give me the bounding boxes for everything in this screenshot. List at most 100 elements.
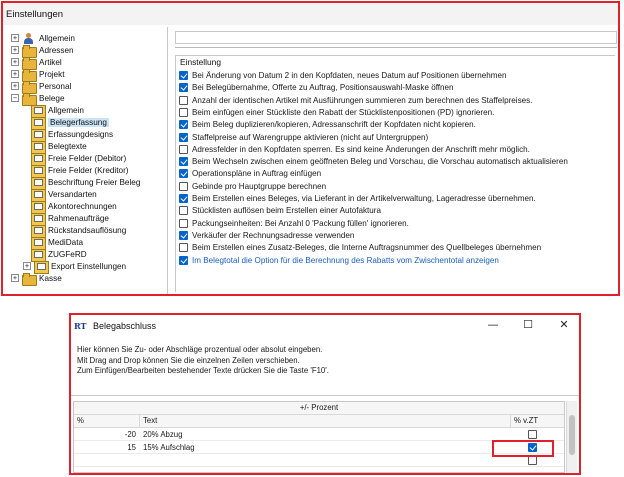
column-header-text[interactable]: Text	[140, 415, 511, 428]
text-cell[interactable]: 20% Abzug	[143, 429, 508, 441]
option-row[interactable]: Beim Wechseln zwischen einem geöffneten …	[179, 156, 568, 167]
option-row[interactable]: Beim einfügen einer Stückliste den Rabat…	[179, 107, 494, 118]
minimize-button[interactable]: —	[482, 318, 504, 332]
option-checkbox[interactable]	[179, 71, 188, 80]
option-row[interactable]: Bei Belegübernahme, Offerte zu Auftrag, …	[179, 82, 454, 93]
option-row[interactable]: Bei Änderung von Datum 2 in den Kopfdate…	[179, 70, 507, 81]
highlight-frame	[492, 440, 554, 457]
option-checkbox[interactable]	[179, 181, 188, 191]
tree-item[interactable]: Beschriftung Freier Beleg	[31, 176, 141, 190]
option-row[interactable]: Beim Beleg duplizieren/kopieren, Adressa…	[179, 119, 476, 130]
close-button[interactable]: ✕	[553, 318, 575, 332]
document-settings-icon	[31, 176, 46, 190]
column-header-vzt[interactable]: % v.ZT	[511, 415, 556, 428]
tree-item[interactable]: + Adressen	[11, 44, 74, 58]
tree-item[interactable]: + Personal	[11, 80, 71, 94]
maximize-button[interactable]: ☐	[517, 318, 539, 332]
expand-icon[interactable]: +	[23, 262, 31, 270]
option-checkbox[interactable]	[179, 157, 188, 167]
table-row[interactable]	[74, 455, 564, 467]
tree-item[interactable]: ZUGFeRD	[31, 248, 87, 262]
option-checkbox[interactable]	[179, 95, 188, 105]
table-row[interactable]: 15 15% Aufschlag	[74, 442, 564, 454]
tree-item[interactable]: Allgemein	[31, 104, 84, 118]
tree-item-label: Beschriftung Freier Beleg	[48, 177, 141, 187]
option-checkbox[interactable]	[179, 120, 188, 130]
percent-cell[interactable]: -20	[74, 429, 140, 441]
option-row[interactable]: Operationspläne in Auftrag einfügen	[179, 168, 321, 179]
text-cell[interactable]	[143, 455, 508, 467]
percent-cell[interactable]	[74, 455, 140, 467]
option-label: Packungseinheiten: Bei Anzahl 0 'Packung…	[192, 218, 409, 228]
settings-tree[interactable]: + Allgemein + Adressen + Artikel + Projekt + Pers…	[5, 27, 168, 294]
scrollbar-thumb[interactable]	[569, 415, 575, 455]
tree-item[interactable]: + Allgemein	[11, 32, 75, 44]
tree-item[interactable]: + Kasse	[11, 272, 62, 286]
grid-scrollbar[interactable]	[566, 401, 577, 473]
folder-icon	[22, 44, 37, 58]
option-row[interactable]: Packungseinheiten: Bei Anzahl 0 'Packung…	[179, 218, 409, 229]
tree-item[interactable]: Akontorechnungen	[31, 200, 117, 214]
tree-item[interactable]: Versandarten	[31, 188, 97, 202]
option-row[interactable]: Gebinde pro Hauptgruppe berechnen	[179, 181, 326, 192]
tree-item[interactable]: Belegerfassung	[31, 116, 109, 130]
option-row[interactable]: Im Belegtotal die Option für die Berechn…	[179, 255, 499, 266]
option-row[interactable]: Verkäufer der Rechnungsadresse verwenden	[179, 230, 354, 241]
vzt-checkbox[interactable]	[528, 456, 537, 465]
tree-item[interactable]: Erfassungdesigns	[31, 128, 114, 142]
tree-item[interactable]: + Export Einstellungen	[23, 260, 126, 274]
tree-item[interactable]: Belegtexte	[31, 140, 87, 154]
option-row[interactable]: Stücklisten auflösen beim Erstellen eine…	[179, 205, 381, 216]
group-header: +/- Prozent	[74, 402, 564, 415]
divider	[175, 47, 617, 48]
option-checkbox[interactable]	[179, 132, 188, 142]
expand-icon[interactable]: +	[11, 70, 19, 78]
tree-item[interactable]: Freie Felder (Kreditor)	[31, 164, 129, 178]
tree-item-label: Erfassungdesigns	[48, 129, 114, 139]
expand-icon[interactable]: +	[11, 58, 19, 66]
option-checkbox[interactable]	[179, 169, 188, 179]
option-row[interactable]: Adressfelder in den Kopfdaten sperren. E…	[179, 144, 530, 155]
tree-item[interactable]: + Artikel	[11, 56, 62, 70]
tree-item[interactable]: − Belege	[11, 92, 65, 106]
group-title: Einstellung	[180, 57, 221, 67]
folder-icon	[22, 272, 37, 286]
option-row[interactable]: Beim Erstellen eines Zusatz-Beleges, die…	[179, 242, 541, 253]
tree-item[interactable]: MediData	[31, 236, 83, 250]
option-checkbox[interactable]	[179, 230, 188, 240]
option-checkbox[interactable]	[179, 194, 188, 203]
expand-icon[interactable]: +	[11, 82, 19, 90]
expand-icon[interactable]: +	[11, 46, 19, 54]
option-checkbox[interactable]	[179, 83, 188, 93]
text-cell[interactable]: 15% Aufschlag	[143, 442, 508, 454]
tree-item[interactable]: Rahmenaufträge	[31, 212, 109, 226]
settings-panel: Einstellung Bei Änderung von Datum 2 in …	[171, 27, 617, 294]
table-row[interactable]: -20 20% Abzug	[74, 429, 564, 441]
instruction-line: Mit Drag and Drop können Sie die einzeln…	[77, 355, 300, 365]
tree-item-label: ZUGFeRD	[48, 249, 87, 259]
expand-icon[interactable]: +	[11, 34, 19, 42]
vzt-checkbox[interactable]	[528, 430, 537, 439]
column-header-percent[interactable]: %	[74, 415, 140, 428]
option-row[interactable]: Anzahl der identischen Artikel mit Ausfü…	[179, 95, 532, 106]
option-checkbox[interactable]	[179, 243, 188, 253]
search-input[interactable]	[175, 31, 617, 44]
option-label: Operationspläne in Auftrag einfügen	[192, 169, 322, 179]
document-settings-icon	[31, 200, 46, 214]
document-settings-icon	[31, 212, 46, 226]
option-row[interactable]: Staffelpreise auf Warengruppe aktivieren…	[179, 132, 428, 143]
expand-icon[interactable]: +	[11, 274, 19, 282]
tree-item[interactable]: + Projekt	[11, 68, 64, 82]
option-checkbox[interactable]	[179, 107, 188, 117]
option-label: Beim Wechseln zwischen einem geöffneten …	[192, 157, 568, 167]
percent-cell[interactable]: 15	[74, 442, 140, 454]
option-checkbox[interactable]	[179, 144, 188, 154]
option-checkbox[interactable]	[179, 255, 188, 265]
option-checkbox[interactable]	[179, 218, 188, 228]
tree-item[interactable]: Rückstandsauflösung	[31, 224, 126, 238]
tree-item-label: Belegtexte	[48, 141, 87, 151]
tree-item[interactable]: Freie Felder (Debitor)	[31, 152, 126, 166]
option-row[interactable]: Beim Erstellen eines Beleges, via Liefer…	[179, 193, 536, 204]
option-checkbox[interactable]	[179, 206, 188, 216]
collapse-icon[interactable]: −	[11, 94, 19, 102]
